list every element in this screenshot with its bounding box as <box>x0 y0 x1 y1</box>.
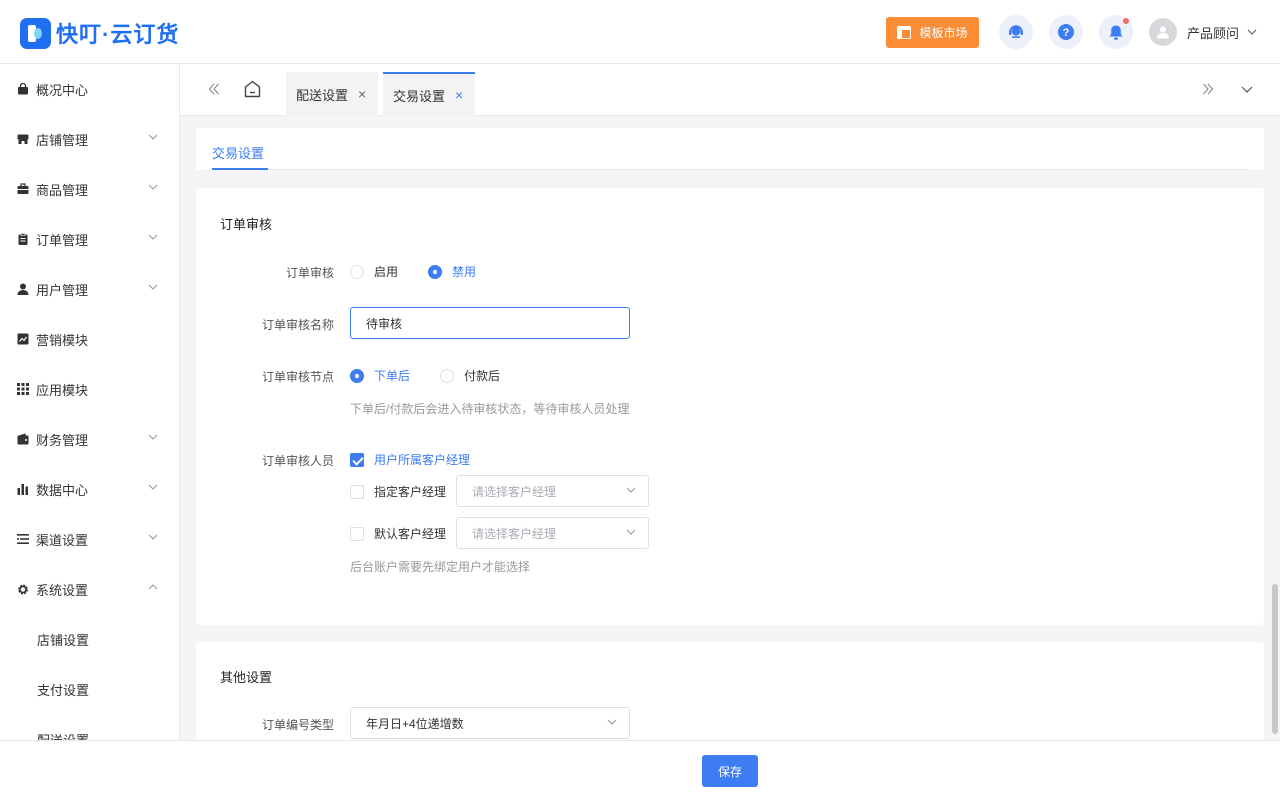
people-hint: 后台账户需要先绑定用户才能选择 <box>350 560 531 574</box>
notification-button[interactable] <box>1099 15 1133 49</box>
sidebar-item-data[interactable]: 数据中心 <box>0 464 179 514</box>
sidebar-item-goods[interactable]: 商品管理 <box>0 164 179 214</box>
sidebar-subitem-store-settings[interactable]: 店铺设置 <box>0 614 179 664</box>
notification-badge <box>1123 18 1129 24</box>
sidebar-item-finance[interactable]: 财务管理 <box>0 414 179 464</box>
order-number-type-select[interactable]: 年月日+4位递增数 <box>350 707 630 739</box>
tabs-bar: 配送设置 × 交易设置 × <box>180 64 1280 116</box>
chevron-down-icon <box>148 134 158 140</box>
user-menu[interactable]: 产品顾问 <box>1149 18 1257 46</box>
customer-service-button[interactable] <box>999 15 1033 49</box>
chevron-down-icon <box>626 487 636 493</box>
app-logo[interactable]: 快叮·云订货 <box>20 17 179 49</box>
chevron-down-icon <box>148 434 158 440</box>
chevron-down-icon <box>626 529 636 535</box>
wallet-icon <box>17 433 29 445</box>
chart-line-icon <box>17 333 29 345</box>
customer-service-icon <box>1009 25 1023 38</box>
sidebar-item-orders[interactable]: 订单管理 <box>0 214 179 264</box>
section-title: 订单审核 <box>220 217 273 232</box>
section-title: 其他设置 <box>220 670 273 685</box>
chevron-down-icon <box>148 284 158 290</box>
audit-name-input[interactable]: 待审核 <box>350 307 630 339</box>
template-icon <box>897 26 912 39</box>
user-icon <box>17 283 29 295</box>
sidebar-subitem-payment-settings[interactable]: 支付设置 <box>0 664 179 714</box>
bag-icon <box>17 83 29 95</box>
default-manager-select[interactable]: 请选择客户经理 <box>456 517 649 549</box>
sidebar-item-system[interactable]: 系统设置 <box>0 564 179 614</box>
logo-mark-icon <box>20 17 51 49</box>
template-market-button[interactable]: 模板市场 <box>886 17 979 48</box>
checkbox-user-manager[interactable]: 用户所属客户经理 <box>350 451 470 468</box>
top-header: 快叮·云订货 模板市场 ? 产品顾问 <box>0 0 1280 64</box>
help-button[interactable]: ? <box>1049 15 1083 49</box>
chevron-down-icon <box>1247 29 1257 35</box>
radio-after-payment[interactable]: 付款后 <box>440 367 500 384</box>
svg-text:?: ? <box>1063 27 1070 39</box>
double-chevron-left-icon[interactable] <box>208 83 220 95</box>
user-avatar-icon <box>1157 26 1169 39</box>
checkbox-default-manager[interactable]: 默认客户经理 <box>350 525 446 542</box>
help-icon: ? <box>1058 24 1074 40</box>
chevron-down-icon <box>148 534 158 540</box>
scrollbar[interactable] <box>1270 116 1280 740</box>
order-audit-card: 订单审核 订单审核 启用 禁用 订单审核名称 待审核 订单审核节点 下单后 付款… <box>196 188 1264 625</box>
store-icon <box>17 133 29 145</box>
bell-icon <box>1109 25 1123 40</box>
double-chevron-right-icon[interactable] <box>1202 83 1214 95</box>
user-name: 产品顾问 <box>1187 25 1240 41</box>
assigned-manager-select[interactable]: 请选择客户经理 <box>456 475 649 507</box>
field-label: 订单审核 <box>285 266 334 280</box>
field-label: 订单审核节点 <box>261 370 334 384</box>
sidebar-item-users[interactable]: 用户管理 <box>0 264 179 314</box>
gear-icon <box>17 583 29 595</box>
close-icon[interactable]: × <box>455 88 463 102</box>
chevron-down-icon[interactable] <box>1241 86 1253 93</box>
sidebar-item-apps[interactable]: 应用模块 <box>0 364 179 414</box>
sidebar-item-marketing[interactable]: 营销模块 <box>0 314 179 364</box>
grid-icon <box>17 383 29 395</box>
field-label: 订单审核名称 <box>261 318 334 332</box>
sidebar-item-overview[interactable]: 概况中心 <box>0 64 179 114</box>
sidebar-subitem-delivery-settings[interactable]: 配送设置 <box>0 714 179 741</box>
app-title: 快叮·云订货 <box>56 22 180 47</box>
tab-trade-settings[interactable]: 交易设置 × <box>383 72 475 116</box>
checkbox-assigned-manager[interactable]: 指定客户经理 <box>350 483 446 500</box>
scrollbar-thumb[interactable] <box>1272 584 1278 734</box>
avatar <box>1149 18 1177 46</box>
field-label: 订单审核人员 <box>261 454 334 468</box>
radio-disable[interactable]: 禁用 <box>428 263 476 280</box>
field-label: 订单编号类型 <box>261 718 334 732</box>
subtab-active-indicator <box>212 168 268 170</box>
sidebar-item-store[interactable]: 店铺管理 <box>0 114 179 164</box>
bar-chart-icon <box>17 483 29 495</box>
chevron-down-icon <box>148 234 158 240</box>
subtab-trade-settings[interactable]: 交易设置 <box>212 143 264 162</box>
sidebar: 概况中心 店铺管理 商品管理 订单管理 用户管理 营销模块 应用模块 财务管理 … <box>0 64 180 740</box>
node-hint: 下单后/付款后会进入待审核状态，等待审核人员处理 <box>350 402 630 416</box>
sidebar-item-channel[interactable]: 渠道设置 <box>0 514 179 564</box>
chevron-down-icon <box>148 484 158 490</box>
list-icon <box>17 533 29 545</box>
tab-delivery-settings[interactable]: 配送设置 × <box>286 72 378 116</box>
footer-bar: 保存 <box>0 740 1280 800</box>
template-market-label: 模板市场 <box>919 26 968 40</box>
chevron-down-icon <box>607 719 617 725</box>
radio-enable[interactable]: 启用 <box>350 263 398 280</box>
chevron-down-icon <box>148 184 158 190</box>
subtab-divider <box>212 169 1248 170</box>
radio-after-order[interactable]: 下单后 <box>350 367 410 384</box>
home-icon[interactable] <box>244 80 261 98</box>
subtab-panel: 交易设置 <box>196 128 1264 170</box>
briefcase-icon <box>17 183 29 195</box>
chevron-up-icon <box>148 584 158 590</box>
clipboard-icon <box>17 233 29 245</box>
close-icon[interactable]: × <box>358 87 366 101</box>
save-button[interactable]: 保存 <box>702 755 758 787</box>
